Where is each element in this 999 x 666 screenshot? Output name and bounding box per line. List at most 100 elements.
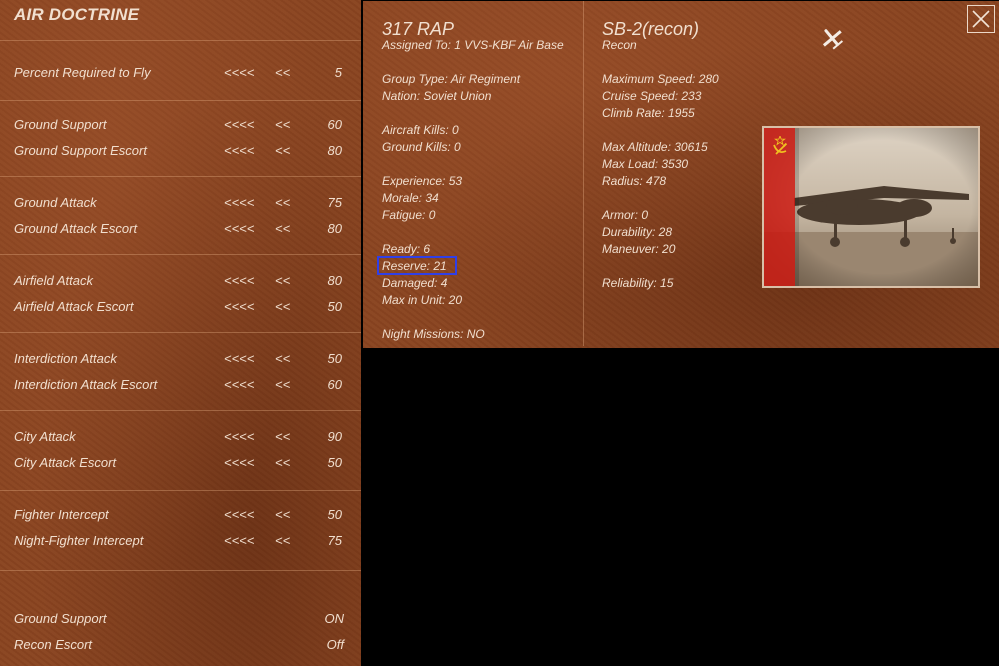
ground-support-toggle[interactable]: ON [300, 611, 345, 626]
row-label: Interdiction Attack [14, 351, 117, 366]
climb-rate: Climb Rate: 1955 [602, 106, 695, 120]
decrease-large-button[interactable]: <<<< [224, 351, 254, 366]
decrease-large-button[interactable]: <<<< [224, 273, 254, 288]
divider [0, 410, 361, 411]
row-value: 90 [327, 429, 342, 444]
row-label: Recon Escort [14, 637, 93, 652]
decrease-small-button[interactable]: << [275, 507, 290, 522]
decrease-large-button[interactable]: <<<< [224, 533, 254, 548]
panel-title: AIR DOCTRINE [14, 5, 140, 24]
row-value: 60 [327, 377, 342, 392]
row-label: Ground Support [14, 611, 107, 626]
decrease-small-button[interactable]: << [275, 273, 290, 288]
row-value: 80 [327, 273, 342, 288]
max-speed: Maximum Speed: 280 [602, 72, 719, 86]
decrease-large-button[interactable]: <<<< [224, 507, 254, 522]
row-value: 60 [327, 117, 342, 132]
decrease-small-button[interactable]: << [275, 455, 290, 470]
reserve: Reserve: 21 [382, 259, 447, 273]
decrease-small-button[interactable]: << [275, 533, 290, 548]
decrease-small-button[interactable]: << [275, 117, 290, 132]
max-load: Max Load: 3530 [602, 157, 689, 171]
row-value: 5 [334, 65, 342, 80]
close-icon [972, 10, 990, 28]
decrease-large-button[interactable]: <<<< [224, 455, 254, 470]
assigned-to: Assigned To: 1 VVS-KBF Air Base [382, 38, 564, 52]
ground-kills: Ground Kills: 0 [382, 140, 461, 154]
divider [0, 332, 361, 333]
aircraft-photo [762, 126, 980, 288]
row-value: 50 [327, 455, 342, 470]
air-doctrine-panel: AIR DOCTRINE Percent Required to Fly <<<… [0, 0, 361, 666]
row-label: Airfield Attack [14, 273, 93, 288]
divider [0, 570, 361, 571]
row-value: 50 [327, 507, 342, 522]
divider [0, 100, 361, 101]
decrease-small-button[interactable]: << [275, 65, 290, 80]
ready: Ready: 6 [382, 242, 431, 256]
max-in-unit: Max in Unit: 20 [382, 293, 463, 307]
nation: Nation: Soviet Union [382, 89, 492, 103]
aircraft-name: SB-2(recon) [602, 19, 700, 39]
doctrine-row-ground-attack: Ground Attack <<<< << 75 [0, 193, 361, 213]
decrease-large-button[interactable]: <<<< [224, 221, 254, 236]
row-value: 50 [327, 299, 342, 314]
decrease-small-button[interactable]: << [275, 221, 290, 236]
row-label: Ground Support Escort [14, 143, 147, 158]
decrease-large-button[interactable]: <<<< [224, 377, 254, 392]
row-value: 50 [327, 351, 342, 366]
doctrine-row-airfield-attack: Airfield Attack <<<< << 80 [0, 271, 361, 291]
doctrine-row-interdiction-attack-escort: Interdiction Attack Escort <<<< << 60 [0, 375, 361, 395]
unit-info-panel: 317 RAP Assigned To: 1 VVS-KBF Air Base … [363, 1, 999, 348]
recon-escort-toggle[interactable]: Off [300, 637, 344, 652]
divider [0, 490, 361, 491]
map-area [361, 348, 999, 666]
decrease-large-button[interactable]: <<<< [224, 299, 254, 314]
max-altitude: Max Altitude: 30615 [602, 140, 708, 154]
unit-name: 317 RAP [382, 19, 455, 39]
row-label: City Attack Escort [14, 455, 117, 470]
row-label: Ground Attack Escort [14, 221, 138, 236]
decrease-large-button[interactable]: <<<< [224, 117, 254, 132]
row-value: 80 [327, 143, 342, 158]
row-label: Night-Fighter Intercept [14, 533, 144, 548]
decrease-small-button[interactable]: << [275, 429, 290, 444]
divider [0, 40, 361, 41]
decrease-large-button[interactable]: <<<< [224, 429, 254, 444]
morale: Morale: 34 [382, 191, 439, 205]
row-label: Ground Support [14, 117, 107, 132]
decrease-large-button[interactable]: <<<< [224, 143, 254, 158]
doctrine-row-airfield-attack-escort: Airfield Attack Escort <<<< << 50 [0, 297, 361, 317]
decrease-small-button[interactable]: << [275, 143, 290, 158]
row-label: Fighter Intercept [14, 507, 109, 522]
cruise-speed: Cruise Speed: 233 [602, 89, 702, 103]
close-button[interactable] [967, 5, 995, 33]
decrease-small-button[interactable]: << [275, 351, 290, 366]
decrease-large-button[interactable]: <<<< [224, 65, 254, 80]
reliability: Reliability: 15 [602, 276, 674, 290]
doctrine-row-ground-attack-escort: Ground Attack Escort <<<< << 80 [0, 219, 361, 239]
doctrine-row-interdiction-attack: Interdiction Attack <<<< << 50 [0, 349, 361, 369]
row-value: 80 [327, 221, 342, 236]
fatigue: Fatigue: 0 [382, 208, 436, 222]
divider [0, 176, 361, 177]
doctrine-row-ground-support: Ground Support <<<< << 60 [0, 115, 361, 135]
doctrine-row-fighter-intercept: Fighter Intercept <<<< << 50 [0, 505, 361, 525]
row-label: Percent Required to Fly [14, 65, 151, 80]
decrease-small-button[interactable]: << [275, 299, 290, 314]
soviet-flag-icon [770, 134, 790, 156]
aircraft-kills: Aircraft Kills: 0 [382, 123, 459, 137]
decrease-small-button[interactable]: << [275, 377, 290, 392]
row-value: 75 [327, 195, 342, 210]
doctrine-row-percent-required-to-fly: Percent Required to Fly <<<< << 5 [0, 63, 361, 83]
decrease-large-button[interactable]: <<<< [224, 195, 254, 210]
row-label: Airfield Attack Escort [14, 299, 134, 314]
divider [0, 254, 361, 255]
decrease-small-button[interactable]: << [275, 195, 290, 210]
plane-icon [819, 25, 845, 51]
doctrine-row-ground-support-escort: Ground Support Escort <<<< << 80 [0, 141, 361, 161]
doctrine-row-city-attack-escort: City Attack Escort <<<< << 50 [0, 453, 361, 473]
group-type: Group Type: Air Regiment [382, 72, 521, 86]
experience: Experience: 53 [382, 174, 463, 188]
row-label: City Attack [14, 429, 76, 444]
